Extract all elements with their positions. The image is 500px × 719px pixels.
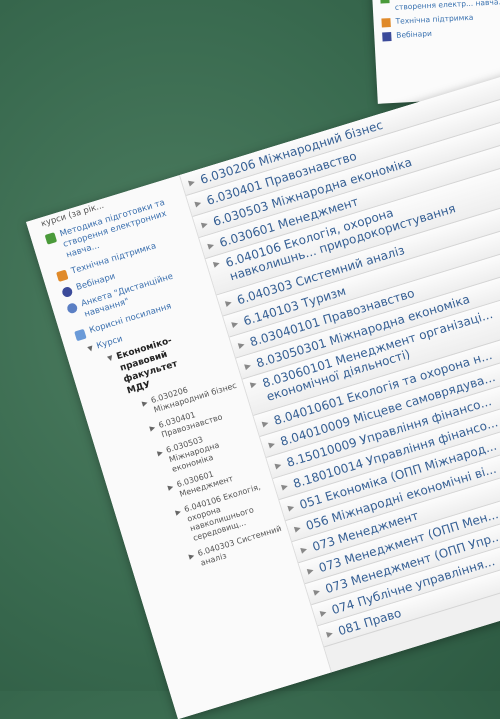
triangle-right-icon: ▶ (200, 219, 209, 230)
triangle-right-icon: ▶ (237, 339, 246, 351)
triangle-right-icon: ▶ (206, 240, 216, 251)
support-icon (381, 18, 391, 28)
triangle-right-icon: ▶ (306, 565, 315, 576)
webinar-icon (61, 285, 74, 299)
triangle-right-icon: ▶ (224, 297, 233, 309)
triangle-down-icon: ▼ (86, 344, 95, 354)
triangle-right-icon: ▶ (249, 378, 258, 390)
form-icon (65, 302, 79, 315)
fragment-link-list: Методика підготов... створення електр...… (372, 0, 500, 44)
triangle-right-icon: ▶ (193, 198, 203, 209)
triangle-right-icon: ▶ (230, 318, 240, 330)
triangle-right-icon: ▶ (312, 586, 322, 597)
links-icon (74, 328, 87, 342)
triangle-right-icon: ▶ (293, 523, 302, 534)
triangle-right-icon: ▶ (286, 502, 296, 513)
triangle-right-icon: ▶ (187, 177, 196, 188)
triangle-right-icon: ▶ (212, 258, 221, 269)
triangle-right-icon: ▶ (273, 460, 283, 471)
course-navigation-screen: курси (за рік... Методика підготовки та … (26, 40, 500, 719)
triangle-right-icon: ▶ (280, 481, 289, 492)
doc-icon (380, 0, 390, 4)
triangle-right-icon: ▶ (325, 628, 334, 639)
triangle-right-icon: ▶ (261, 418, 270, 429)
fragment-link-label: Вебінари (396, 28, 433, 40)
triangle-right-icon: ▶ (299, 544, 309, 555)
doc-icon (44, 232, 58, 245)
triangle-right-icon: ▶ (319, 607, 328, 618)
support-icon (56, 269, 69, 282)
triangle-right-icon: ▶ (267, 439, 277, 450)
triangle-right-icon: ▶ (243, 360, 253, 372)
webinar-icon (382, 32, 392, 42)
